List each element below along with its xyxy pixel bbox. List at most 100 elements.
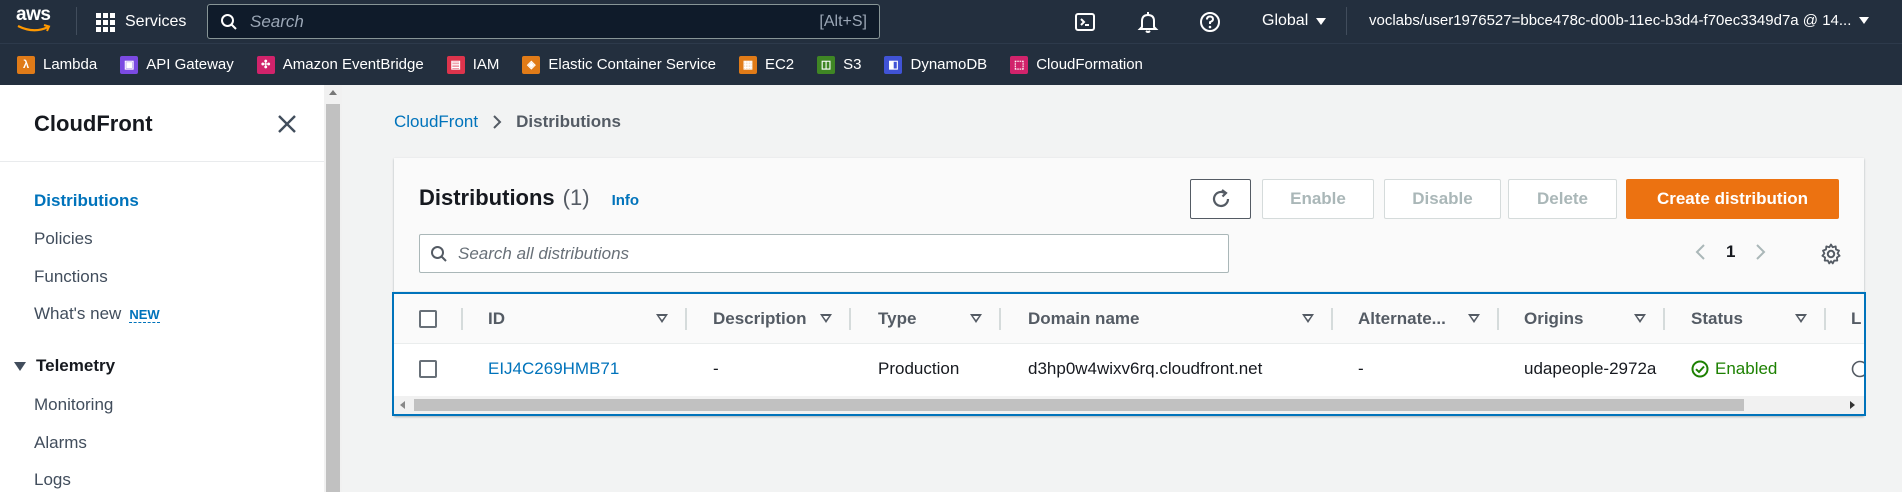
column-divider[interactable] [685, 308, 687, 330]
info-link[interactable]: Info [612, 192, 640, 209]
column-divider[interactable] [1824, 308, 1826, 330]
column-header-status[interactable]: Status [1691, 294, 1743, 344]
sidebar-item-monitoring[interactable]: Monitoring [34, 395, 113, 415]
table-scroll-thumb[interactable] [414, 399, 1744, 411]
gear-icon[interactable] [1820, 243, 1842, 265]
current-page[interactable]: 1 [1726, 242, 1735, 262]
caret-down-icon [1859, 17, 1870, 24]
disable-button[interactable]: Disable [1384, 179, 1501, 219]
favorite-lambda[interactable]: λ Lambda [17, 53, 97, 77]
sidebar-item-policies[interactable]: Policies [34, 229, 93, 249]
sidebar-item-label: What's new [34, 304, 122, 323]
chevron-left-icon[interactable] [1694, 243, 1706, 261]
column-divider[interactable] [999, 308, 1001, 330]
distribution-search[interactable] [419, 234, 1229, 273]
enable-button[interactable]: Enable [1262, 179, 1374, 219]
distribution-domain: d3hp0w4wixv6rq.cloudfront.net [1028, 359, 1263, 378]
favorite-ec2[interactable]: ▦ EC2 [738, 53, 795, 77]
column-divider [461, 308, 463, 330]
sort-icon[interactable] [656, 314, 668, 323]
refresh-button[interactable] [1190, 179, 1251, 219]
favorite-dynamodb[interactable]: ◧ DynamoDB [884, 53, 987, 77]
scroll-left-arrow-icon[interactable] [400, 401, 405, 409]
favorite-cloudformation[interactable]: ⬚ CloudFormation [1010, 53, 1143, 77]
column-divider[interactable] [1663, 308, 1665, 330]
sidebar-item-functions[interactable]: Functions [34, 267, 108, 287]
favorite-label: Elastic Container Service [548, 56, 716, 73]
sort-icon[interactable] [820, 314, 832, 323]
column-divider[interactable] [849, 308, 851, 330]
distribution-id-link[interactable]: EIJ4C269HMB71 [488, 344, 619, 394]
services-button[interactable]: Services [96, 9, 186, 35]
sort-icon[interactable] [1634, 314, 1646, 323]
global-search-input[interactable] [250, 11, 820, 32]
scroll-right-arrow-icon[interactable] [1850, 401, 1855, 409]
sidebar-scroll-thumb[interactable] [326, 104, 340, 492]
column-header-alternate-domain[interactable]: Alternate... [1358, 294, 1446, 344]
aws-smile-icon [17, 24, 51, 32]
column-header-type[interactable]: Type [878, 294, 916, 344]
services-label: Services [125, 13, 187, 30]
favorite-label: Lambda [43, 56, 98, 73]
column-header-domain-name[interactable]: Domain name [1028, 294, 1139, 344]
sidebar: CloudFront Distributions Policies Functi… [0, 85, 324, 492]
cloudshell-icon[interactable] [1073, 10, 1097, 34]
aws-logo[interactable]: aws [16, 5, 58, 36]
api-gateway-icon: ▣ [120, 55, 139, 74]
distribution-search-input[interactable] [458, 243, 1228, 264]
panel-title-text: Distributions [419, 185, 555, 210]
region-selector[interactable]: Global [1262, 12, 1327, 30]
sort-icon[interactable] [970, 314, 982, 323]
favorite-label: Amazon EventBridge [282, 56, 424, 73]
ecs-icon: ◈ [522, 55, 541, 74]
account-menu[interactable]: voclabs/user1976527=bbce478c-d00b-11ec-b… [1369, 12, 1870, 29]
select-all-checkbox[interactable] [419, 294, 437, 344]
favorite-s3[interactable]: ◫ S3 [817, 53, 861, 77]
column-header-description[interactable]: Description [713, 294, 807, 344]
sidebar-item-distributions[interactable]: Distributions [34, 191, 139, 211]
column-divider[interactable] [1497, 308, 1499, 330]
sidebar-section-label: Telemetry [36, 356, 116, 375]
create-distribution-button[interactable]: Create distribution [1626, 179, 1839, 219]
column-divider[interactable] [1331, 308, 1333, 330]
breadcrumb-cloudfront[interactable]: CloudFront [394, 112, 478, 132]
close-icon[interactable] [276, 113, 298, 135]
favorite-ecs[interactable]: ◈ Elastic Container Service [522, 53, 716, 77]
breadcrumb: CloudFront Distributions [394, 112, 621, 132]
sidebar-section-telemetry[interactable]: Telemetry [14, 356, 115, 376]
row-checkbox[interactable] [419, 344, 437, 394]
sidebar-item-logs[interactable]: Logs [34, 470, 71, 490]
chevron-right-icon [493, 115, 502, 129]
status-label: Enabled [1715, 359, 1778, 378]
favorite-iam[interactable]: ▤ IAM [446, 53, 499, 77]
help-icon[interactable] [1198, 10, 1222, 34]
favorite-label: EC2 [764, 56, 795, 73]
delete-button[interactable]: Delete [1508, 179, 1617, 219]
bell-icon[interactable] [1136, 10, 1160, 34]
s3-icon: ◫ [817, 55, 836, 74]
column-header-origins[interactable]: Origins [1524, 294, 1584, 344]
row-more-icon[interactable] [1851, 344, 1864, 394]
table-horizontal-scrollbar[interactable] [394, 396, 1864, 414]
favorite-api-gateway[interactable]: ▣ API Gateway [120, 53, 234, 77]
check-circle-icon [1691, 360, 1709, 378]
column-header-last-modified[interactable]: L [1851, 294, 1861, 344]
column-header-id[interactable]: ID [488, 294, 505, 344]
sort-icon[interactable] [1302, 314, 1314, 323]
global-search[interactable]: [Alt+S] [207, 4, 880, 39]
sidebar-item-alarms[interactable]: Alarms [34, 433, 87, 453]
distribution-type: Production [878, 359, 960, 378]
nav-divider [76, 7, 77, 35]
table-row[interactable]: EIJ4C269HMB71 - Production d3hp0w4wixv6r… [394, 344, 1864, 394]
sidebar-item-whats-new[interactable]: What's new NEW [34, 304, 160, 324]
search-shortcut: [Alt+S] [819, 12, 867, 30]
favorite-eventbridge[interactable]: ✣ Amazon EventBridge [256, 53, 424, 77]
cloudformation-icon: ⬚ [1010, 55, 1029, 74]
favorites-bar: λ Lambda ▣ API Gateway ✣ Amazon EventBri… [0, 43, 1902, 85]
sort-icon[interactable] [1795, 314, 1807, 323]
sort-icon[interactable] [1468, 314, 1480, 323]
iam-icon: ▤ [446, 55, 465, 74]
scroll-up-arrow-icon[interactable] [329, 90, 337, 95]
distributions-table: ID Description Type Domain name Alternat… [392, 292, 1866, 416]
chevron-right-icon[interactable] [1755, 243, 1767, 261]
